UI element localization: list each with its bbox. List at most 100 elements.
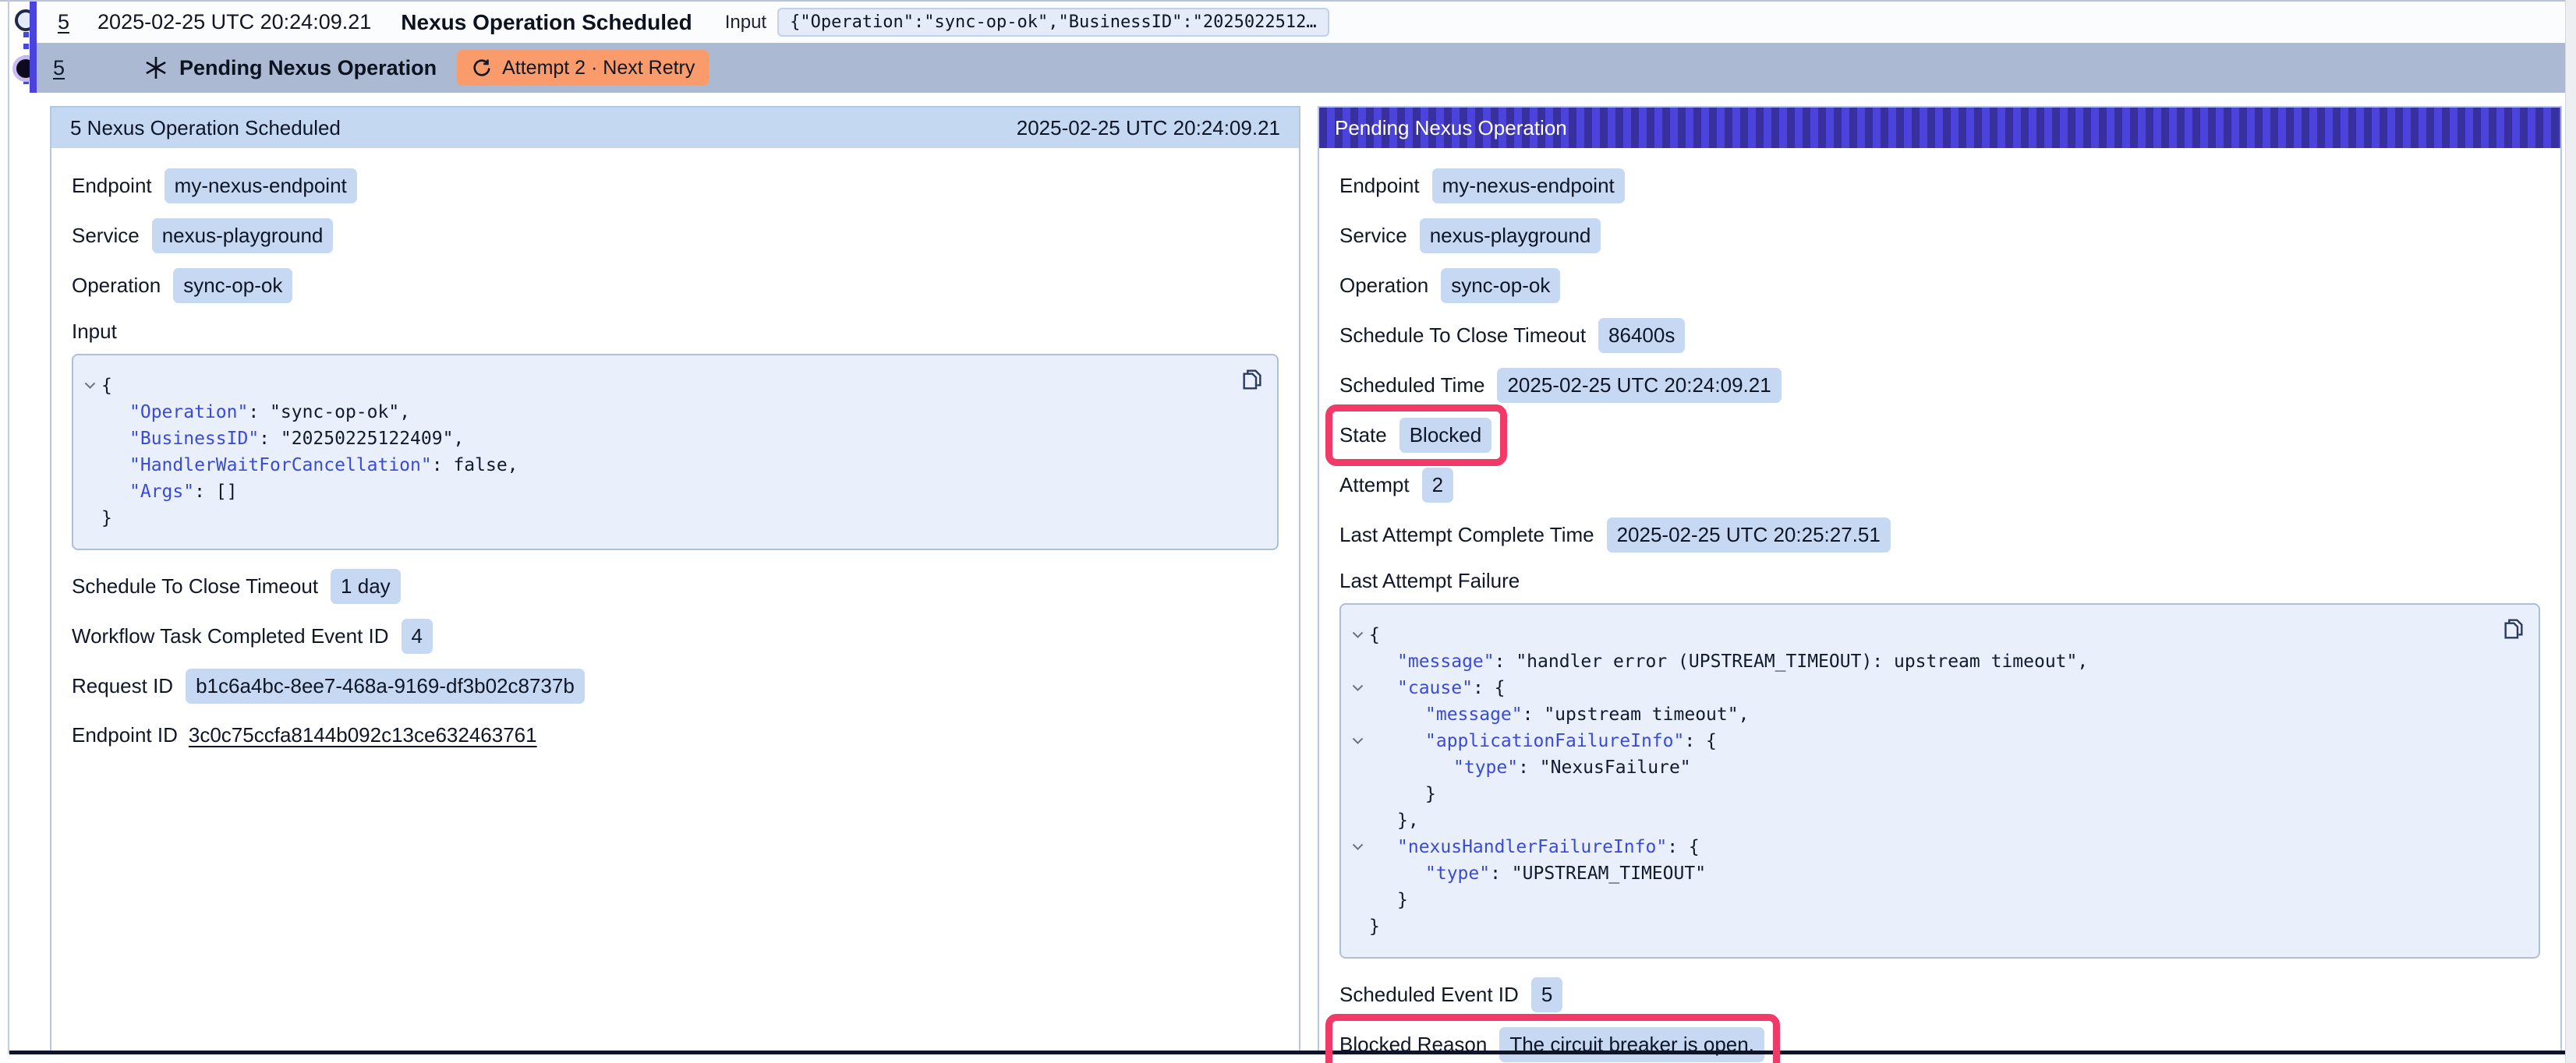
json-code-line: }	[1346, 913, 2484, 940]
event-detail-area: 5 Nexus Operation Scheduled 2025-02-25 U…	[9, 93, 2565, 1051]
input-section-label: Input	[72, 318, 1279, 344]
left-field-endpoint: Endpointmy-nexus-endpoint	[72, 168, 1279, 203]
input-json-code-block: { "Operation": "sync-op-ok", "BusinessID":…	[72, 354, 1279, 550]
right-field-attempt: Attempt2	[1339, 468, 2540, 503]
event-details-card-title: 5 Nexus Operation Scheduled	[70, 116, 341, 140]
left-field-request-id: Request IDb1c6a4bc-8ee7-468a-9169-df3b02…	[72, 669, 1279, 704]
json-code-line: "Args": []	[78, 479, 1223, 505]
json-key: "type"	[1425, 863, 1490, 884]
left-field-service-label: Service	[72, 224, 140, 248]
event-details-card-header: 5 Nexus Operation Scheduled 2025-02-25 U…	[51, 108, 1299, 148]
right-field-schedule-to-close-timeout: Schedule To Close Timeout86400s	[1339, 318, 2540, 353]
right-field-endpoint-value: my-nexus-endpoint	[1432, 168, 1625, 203]
json-code-line: }	[1346, 887, 2484, 913]
left-field-service: Service nexus-playground	[72, 218, 1279, 253]
event-title: Nexus Operation Scheduled	[401, 10, 692, 35]
right-field-state-value: Blocked	[1399, 418, 1492, 453]
json-token: :	[1490, 863, 1512, 884]
json-key: "message"	[1425, 705, 1523, 725]
json-token: {	[101, 376, 112, 396]
json-code-line: "HandlerWaitForCancellation": false,	[78, 452, 1223, 479]
right-field-service-label: Service	[1339, 224, 1407, 248]
json-token: "NexusFailure"	[1540, 758, 1691, 778]
right-field-scheduled-time-value: 2025-02-25 UTC 20:24:09.21	[1497, 368, 1781, 403]
event-input-label: Input	[725, 12, 766, 34]
json-token: false,	[453, 455, 518, 475]
pending-operation-card: Pending Nexus Operation Endpointmy-nexus…	[1318, 106, 2562, 1051]
copy-icon[interactable]	[1238, 366, 1265, 393]
right-field-blocked-reason-value: The circuit breaker is open.	[1499, 1027, 1764, 1062]
event-summary-row[interactable]: 5 2025-02-25 UTC 20:24:09.21 Nexus Opera…	[37, 2, 2565, 43]
right-field-state: StateBlocked	[1339, 418, 2540, 453]
json-collapse-chevron-icon[interactable]	[1346, 684, 1369, 692]
left-field-request-id-label: Request ID	[72, 674, 173, 698]
json-code-line: "BusinessID": "20250225122409",	[78, 426, 1223, 452]
json-token: "upstream timeout",	[1544, 705, 1749, 725]
copy-icon[interactable]	[2500, 616, 2526, 642]
json-token: :	[194, 482, 216, 502]
json-token: : {	[1473, 678, 1506, 698]
json-token: :	[1518, 758, 1540, 778]
pending-fields-bottom: Scheduled Event ID5Blocked ReasonThe cir…	[1339, 977, 2540, 1062]
pending-id-link[interactable]: 5	[53, 56, 65, 80]
json-token: :	[432, 455, 454, 475]
right-field-scheduled-event-id-label: Scheduled Event ID	[1339, 983, 1519, 1007]
pending-operation-card-header: Pending Nexus Operation	[1319, 108, 2560, 148]
event-fields-bottom: Schedule To Close Timeout 1 day Workflow T…	[72, 569, 1279, 752]
json-token: "sync-op-ok",	[270, 402, 410, 422]
retry-icon	[471, 57, 493, 79]
json-code-line: },	[1346, 807, 2484, 834]
json-code-line: }	[78, 505, 1223, 532]
json-token: "handler error (UPSTREAM_TIMEOUT): upstr…	[1516, 652, 2088, 672]
json-code-line: "message": "upstream timeout",	[1346, 701, 2484, 728]
left-field-operation: Operationsync-op-ok	[72, 268, 1279, 303]
json-collapse-chevron-icon[interactable]	[1346, 631, 1369, 639]
right-field-operation: Operationsync-op-ok	[1339, 268, 2540, 303]
json-token: "20250225122409",	[281, 429, 464, 449]
json-key: "message"	[1397, 652, 1495, 672]
left-field-endpoint-id: Endpoint ID3c0c75ccfa8144b092c13ce632463…	[72, 719, 1279, 752]
json-key: "Args"	[129, 482, 194, 502]
json-code-line: }	[1346, 781, 2484, 807]
vertical-scrollbar[interactable]	[2565, 0, 2576, 1063]
right-field-scheduled-event-id: Scheduled Event ID5	[1339, 977, 2540, 1012]
right-field-schedule-to-close-timeout-value: 86400s	[1598, 318, 1685, 353]
json-code-line: "type": "UPSTREAM_TIMEOUT"	[1346, 860, 2484, 887]
json-collapse-chevron-icon[interactable]	[1346, 737, 1369, 745]
event-input-preview: {"Operation":"sync-op-ok","BusinessID":"…	[777, 8, 1329, 37]
json-key: "type"	[1453, 758, 1518, 778]
left-field-workflow-task-completed-event-id-label: Workflow Task Completed Event ID	[72, 624, 389, 648]
left-field-schedule-to-close-timeout-label: Schedule To Close Timeout	[72, 574, 318, 599]
json-token: }	[1425, 784, 1436, 804]
left-field-endpoint-id-value[interactable]: 3c0c75ccfa8144b092c13ce632463761	[189, 723, 537, 747]
temporal-event-history-screen: 5 2025-02-25 UTC 20:24:09.21 Nexus Opera…	[0, 0, 2576, 1063]
json-key: "cause"	[1397, 678, 1473, 698]
json-token: : {	[1667, 837, 1700, 857]
event-details-card: 5 Nexus Operation Scheduled 2025-02-25 U…	[50, 106, 1300, 1051]
json-code-line: "cause": {	[1346, 675, 2484, 701]
right-field-scheduled-time-label: Scheduled Time	[1339, 373, 1484, 397]
event-id-link[interactable]: 5	[58, 10, 69, 34]
event-fields-top: Endpointmy-nexus-endpoint Service nexus-pl…	[72, 168, 1279, 303]
left-field-schedule-to-close-timeout-value: 1 day	[331, 569, 401, 604]
pending-operation-row[interactable]: 5 Pending Nexus Operation Attempt 2 · Ne…	[37, 43, 2565, 93]
json-key: "HandlerWaitForCancellation"	[129, 455, 432, 475]
right-field-last-attempt-complete-time-label: Last Attempt Complete Time	[1339, 523, 1594, 547]
right-field-last-attempt-complete-time: Last Attempt Complete Time2025-02-25 UTC…	[1339, 517, 2540, 553]
json-collapse-chevron-icon[interactable]	[1346, 843, 1369, 851]
json-collapse-chevron-icon[interactable]	[78, 382, 101, 390]
json-token: :	[248, 402, 270, 422]
json-token: : {	[1684, 731, 1717, 751]
json-token: }	[1397, 890, 1408, 910]
left-field-service-value: nexus-playground	[152, 218, 334, 253]
json-token: },	[1397, 810, 1419, 831]
right-field-operation-label: Operation	[1339, 274, 1428, 298]
json-key: "Operation"	[129, 402, 248, 422]
selected-group-indicator-bar	[30, 2, 37, 93]
json-key: "nexusHandlerFailureInfo"	[1397, 837, 1667, 857]
json-key: "BusinessID"	[129, 429, 259, 449]
json-token: :	[1495, 652, 1516, 672]
json-key: "applicationFailureInfo"	[1425, 731, 1684, 751]
json-token: }	[1369, 916, 1380, 937]
left-field-workflow-task-completed-event-id-value: 4	[402, 619, 433, 654]
